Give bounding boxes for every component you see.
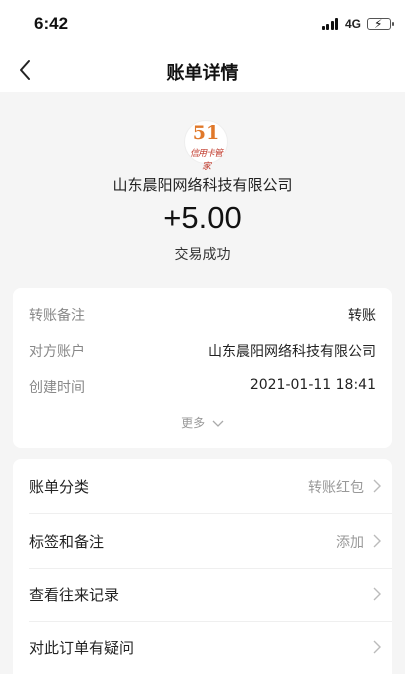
detail-value: 2021-01-11 18:41 — [249, 377, 376, 393]
menu-item-bill-category[interactable]: 账单分类 转账红包 — [13, 459, 392, 513]
menu-item-label: 标签和备注 — [29, 533, 105, 551]
detail-row-remark: 转账备注 转账 — [29, 302, 376, 326]
menu-item-label: 账单分类 — [29, 478, 90, 496]
battery-icon: ⚡ — [367, 17, 394, 31]
transaction-amount: +5.00 — [163, 200, 242, 235]
detail-row-created-time: 创建时间 2021-01-11 18:41 — [29, 374, 376, 398]
status-time: 6:42 — [34, 14, 69, 33]
chevron-right-icon — [373, 479, 381, 493]
more-label: 更多 — [181, 416, 206, 430]
logo-number: 51 — [192, 122, 220, 144]
menu-card: 账单分类 转账红包 标签和备注 添加 查看往来记录 对此订单有疑问 — [13, 459, 392, 674]
details-card: 转账备注 转账 对方账户 山东晨阳网络科技有限公司 创建时间 2021-01-1… — [13, 288, 392, 448]
detail-value: 转账 — [348, 308, 376, 324]
logo-text: 信用卡管家 — [189, 149, 223, 172]
nav-bar: 账单详情 — [0, 48, 405, 92]
status-indicators: 4G ⚡ — [321, 16, 394, 32]
detail-value: 山东晨阳网络科技有限公司 — [208, 344, 376, 360]
chevron-down-icon — [212, 420, 224, 427]
detail-label: 对方账户 — [29, 344, 85, 360]
page-title: 账单详情 — [166, 63, 239, 84]
menu-item-tags-notes[interactable]: 标签和备注 添加 — [13, 514, 392, 568]
chevron-right-icon — [373, 587, 381, 601]
merchant-name: 山东晨阳网络科技有限公司 — [112, 176, 293, 194]
network-type: 4G — [344, 17, 361, 31]
menu-item-history[interactable]: 查看往来记录 — [13, 567, 392, 621]
merchant-logo: 51 信用卡管家 — [184, 120, 228, 172]
menu-item-question[interactable]: 对此订单有疑问 — [13, 620, 392, 674]
menu-item-value: 转账红包 — [308, 480, 364, 496]
transaction-status: 交易成功 — [174, 247, 231, 263]
status-bar: 6:42 4G ⚡ — [0, 0, 405, 48]
menu-item-label: 对此订单有疑问 — [29, 639, 135, 657]
chevron-right-icon — [373, 534, 381, 548]
detail-row-counterparty: 对方账户 山东晨阳网络科技有限公司 — [29, 338, 376, 362]
more-button[interactable]: 更多 — [13, 414, 392, 431]
detail-label: 创建时间 — [29, 380, 85, 396]
chevron-right-icon — [373, 640, 381, 654]
menu-item-label: 查看往来记录 — [29, 586, 120, 604]
menu-item-value: 添加 — [336, 535, 364, 551]
signal-icon — [321, 18, 340, 30]
transaction-header: 51 信用卡管家 山东晨阳网络科技有限公司 +5.00 交易成功 — [0, 92, 405, 280]
detail-label: 转账备注 — [29, 308, 85, 324]
